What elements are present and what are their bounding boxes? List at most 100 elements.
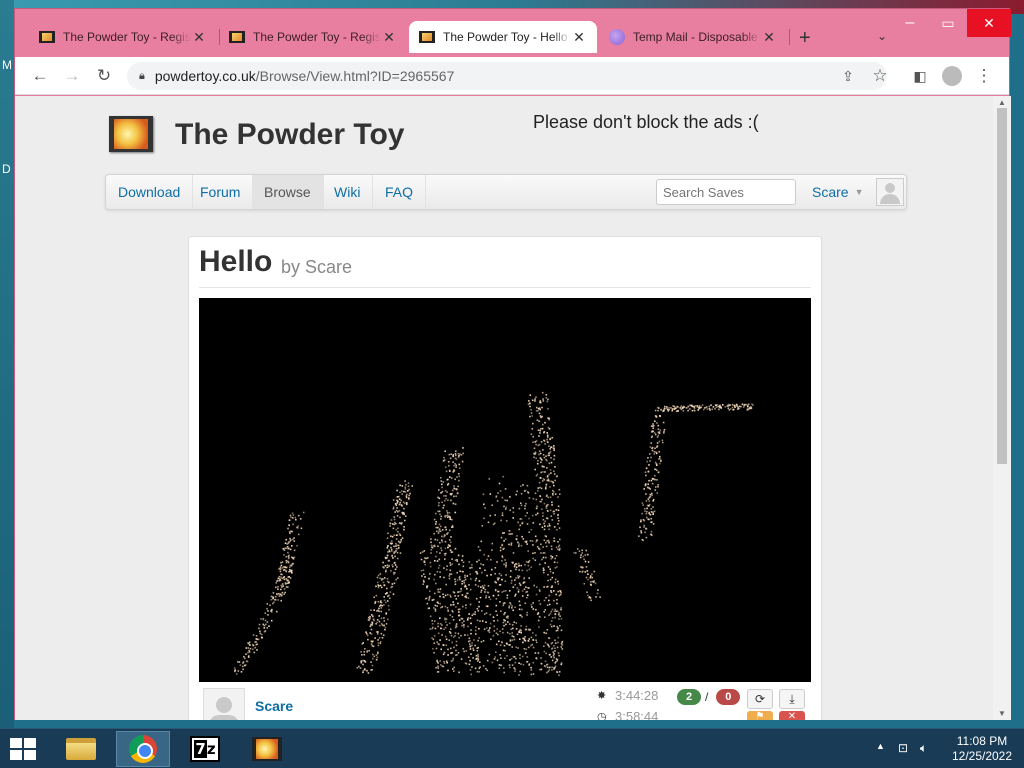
particle xyxy=(364,648,366,650)
particle xyxy=(659,415,661,418)
close-icon[interactable]: ✕ xyxy=(381,29,397,46)
particle xyxy=(554,613,557,616)
tab-hello-active[interactable]: The Powder Toy - Hello ✕ xyxy=(409,21,597,53)
user-avatar[interactable] xyxy=(876,178,904,206)
particle xyxy=(539,523,541,526)
author-name-link[interactable]: Scare xyxy=(255,698,293,714)
particle xyxy=(508,590,511,592)
particle xyxy=(521,655,524,658)
particle xyxy=(551,519,554,521)
particle xyxy=(400,499,402,502)
particle xyxy=(639,526,641,529)
particle xyxy=(459,453,461,455)
tab-search-chevron-icon[interactable]: ⌄ xyxy=(877,29,887,43)
star-icon[interactable]: ☆ xyxy=(869,65,891,87)
nav-faq[interactable]: FAQ xyxy=(373,175,427,209)
volume-icon[interactable]: 🔈︎ xyxy=(920,741,927,756)
particle xyxy=(477,653,479,656)
file-explorer-icon[interactable] xyxy=(54,731,108,767)
particle xyxy=(530,433,533,435)
scrollbar-thumb[interactable] xyxy=(997,108,1007,464)
back-arrow-icon[interactable]: ← xyxy=(29,65,51,87)
close-icon[interactable]: ✕ xyxy=(191,29,207,46)
close-icon[interactable]: ✕ xyxy=(571,29,587,46)
particle xyxy=(547,510,549,512)
particle xyxy=(242,668,244,671)
particle xyxy=(393,518,396,521)
scroll-down-icon[interactable]: ▼ xyxy=(998,709,1006,718)
new-tab-button[interactable]: + xyxy=(799,27,811,50)
particle xyxy=(530,412,533,414)
particle xyxy=(378,585,380,587)
minimize-button[interactable]: – xyxy=(893,9,927,37)
particle xyxy=(548,614,550,616)
particle xyxy=(454,463,456,465)
particle xyxy=(558,544,561,547)
share-icon[interactable]: ⇪ xyxy=(837,65,859,87)
nav-browse[interactable]: Browse xyxy=(252,175,324,209)
search-saves-input[interactable] xyxy=(656,179,796,205)
powder-toy-app-icon[interactable] xyxy=(240,731,294,767)
seven-zip-icon[interactable]: 7z xyxy=(178,731,232,767)
particle xyxy=(475,571,478,573)
site-title[interactable]: The Powder Toy xyxy=(175,118,404,152)
address-bar[interactable]: 🔒︎ powdertoy.co.uk/Browse/View.html?ID=2… xyxy=(127,62,887,90)
close-icon[interactable]: ✕ xyxy=(761,29,777,46)
maximize-button[interactable]: ▭ xyxy=(931,9,965,37)
nav-wiki[interactable]: Wiki xyxy=(322,175,374,209)
particle xyxy=(743,404,745,407)
particle xyxy=(234,670,236,673)
particle xyxy=(296,545,298,547)
save-preview-image[interactable] xyxy=(199,298,811,682)
show-hidden-icons-icon[interactable]: ▲ xyxy=(876,741,885,751)
reload-save-button[interactable]: ⟳ xyxy=(747,689,773,709)
tab-temp-mail[interactable]: Temp Mail - Disposable ✕ xyxy=(599,21,787,53)
powder-toy-logo[interactable] xyxy=(109,116,153,152)
particle xyxy=(558,527,561,529)
scroll-up-icon[interactable]: ▲ xyxy=(998,98,1006,107)
particle xyxy=(543,631,545,634)
chrome-icon[interactable] xyxy=(116,731,170,767)
particle xyxy=(590,599,592,602)
network-icon[interactable]: ⊡ xyxy=(898,741,908,755)
tab-register-1[interactable]: The Powder Toy - Regis ✕ xyxy=(29,21,217,53)
windows-start-button[interactable] xyxy=(10,738,38,760)
particle xyxy=(539,452,542,455)
particle xyxy=(452,461,454,463)
vertical-scrollbar[interactable]: ▲ ▼ xyxy=(993,96,1011,720)
particle xyxy=(485,612,488,614)
tab-register-2[interactable]: The Powder Toy - Regis ✕ xyxy=(219,21,407,53)
reload-icon[interactable]: ↻ xyxy=(93,65,115,87)
download-save-button[interactable]: ⤓ xyxy=(779,689,805,709)
nav-forum[interactable]: Forum xyxy=(188,175,254,209)
author-avatar[interactable] xyxy=(203,688,245,720)
close-window-button[interactable]: ✕ xyxy=(967,9,1011,37)
particle xyxy=(258,627,260,630)
particle xyxy=(554,557,556,560)
particle xyxy=(556,659,558,662)
particle xyxy=(280,564,283,567)
nav-download[interactable]: Download xyxy=(106,175,194,209)
particle xyxy=(401,505,403,507)
particle xyxy=(555,554,558,557)
particle xyxy=(442,593,444,596)
side-panel-icon[interactable]: ◧ xyxy=(909,65,931,87)
user-menu[interactable]: Scare ▼ xyxy=(812,175,864,209)
particle xyxy=(544,641,547,644)
particle xyxy=(698,405,701,407)
taskbar: 7z ▲ ⊡ 🔈︎ 11:08 PM 12/25/2022 xyxy=(0,728,1024,768)
particle xyxy=(519,628,522,631)
particle xyxy=(560,662,563,664)
particle xyxy=(545,545,548,548)
menu-dots-icon[interactable]: ⋮ xyxy=(973,65,995,87)
particle xyxy=(535,641,538,644)
delete-button[interactable]: ✕ xyxy=(779,711,805,720)
particle xyxy=(247,647,250,649)
particle xyxy=(424,563,426,566)
particle xyxy=(441,483,443,486)
report-button[interactable]: ⚑ xyxy=(747,711,773,720)
system-clock[interactable]: 11:08 PM 12/25/2022 xyxy=(944,734,1020,764)
forward-arrow-icon[interactable]: → xyxy=(61,65,83,87)
profile-icon[interactable] xyxy=(941,65,963,87)
particle xyxy=(645,536,648,539)
